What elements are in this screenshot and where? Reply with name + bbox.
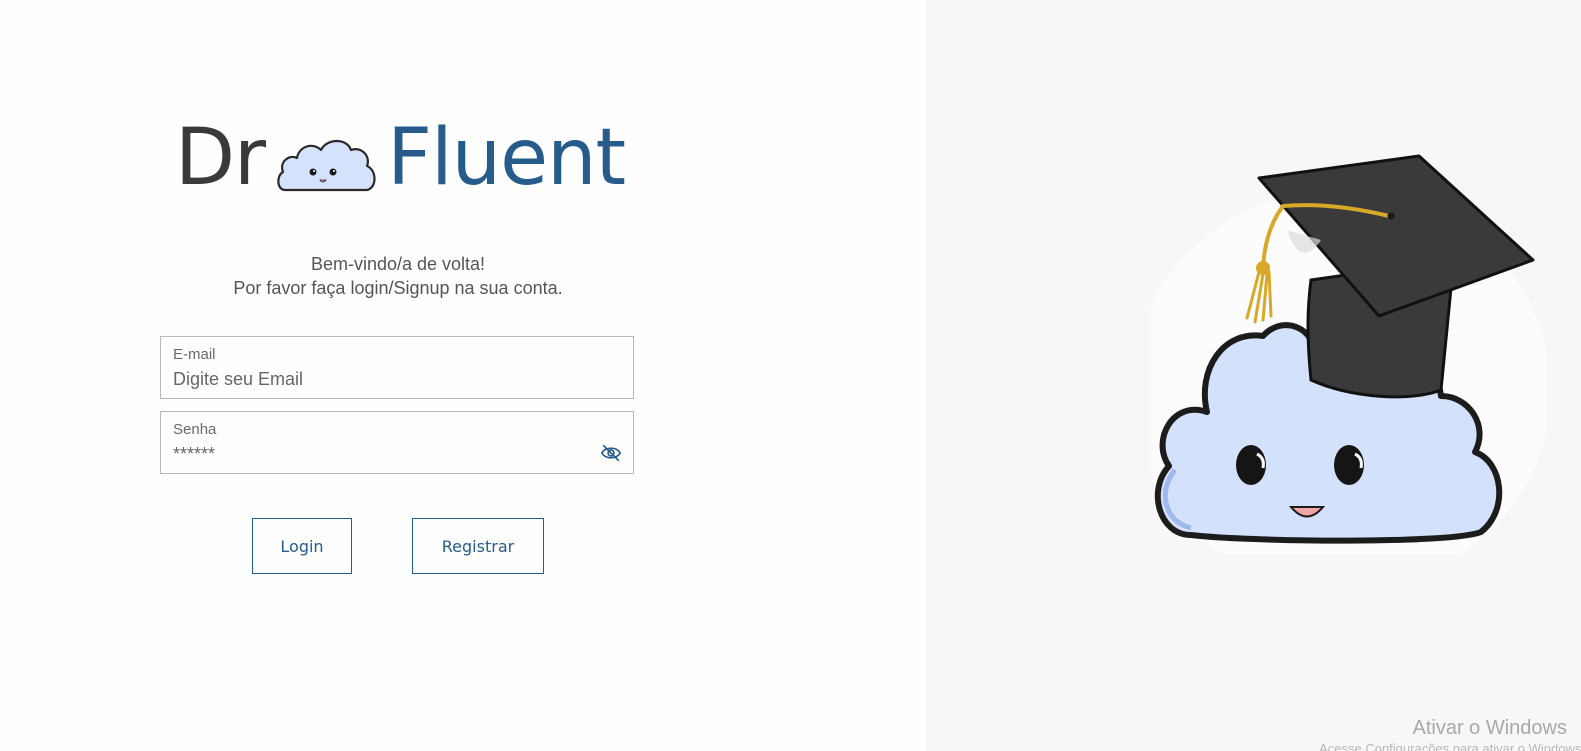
email-input[interactable] bbox=[173, 367, 593, 391]
windows-activation-watermark: Ativar o Windows bbox=[1412, 717, 1568, 739]
eye-off-icon[interactable] bbox=[600, 443, 622, 463]
email-label: E-mail bbox=[173, 346, 216, 363]
welcome-message: Bem-vindo/a de volta! Por favor faça log… bbox=[160, 252, 636, 300]
welcome-line-2: Por favor faça login/Signup na sua conta… bbox=[233, 278, 563, 298]
app-logo: Dr Fluent bbox=[175, 108, 626, 208]
password-input[interactable] bbox=[173, 442, 593, 466]
password-field[interactable]: Senha bbox=[160, 411, 634, 474]
logo-text-dr: Dr bbox=[175, 113, 266, 203]
login-page: Dr Fluent Bem-vindo/a de volta! Por favo… bbox=[0, 0, 1581, 751]
windows-activation-subtitle: Acesse Configurações para ativar o Windo… bbox=[1319, 741, 1581, 751]
email-field[interactable]: E-mail bbox=[160, 336, 634, 399]
graduate-cloud-mascot-icon bbox=[1151, 154, 1546, 555]
login-panel: Dr Fluent Bem-vindo/a de volta! Por favo… bbox=[0, 0, 926, 751]
welcome-line-1: Bem-vindo/a de volta! bbox=[310, 254, 486, 274]
login-button[interactable]: Login bbox=[252, 518, 352, 574]
logo-text-fluent: Fluent bbox=[387, 113, 626, 203]
cloud-mascot-icon bbox=[277, 139, 376, 192]
password-label: Senha bbox=[173, 421, 217, 438]
illustration-panel: Ativar o Windows Acesse Configurações pa… bbox=[926, 0, 1581, 751]
register-button[interactable]: Registrar bbox=[412, 518, 544, 574]
